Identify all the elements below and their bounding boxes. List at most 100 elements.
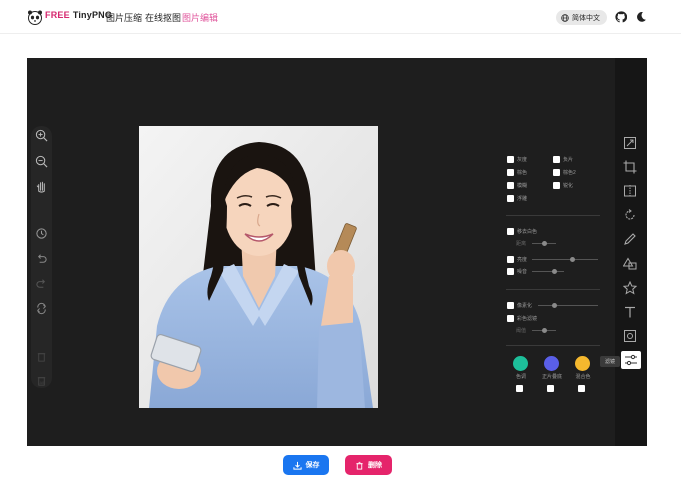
filter-invert[interactable]: 负片 (553, 156, 573, 163)
checkbox[interactable] (507, 256, 514, 263)
threshold-label: 阈值 (516, 328, 527, 334)
save-label: 保存 (305, 462, 320, 469)
filter-emboss[interactable]: 浮雕 (507, 195, 527, 202)
brightness-knob[interactable] (570, 257, 575, 262)
filter-label: 锐化 (563, 183, 574, 189)
filter-blur[interactable]: 模糊 (507, 182, 527, 189)
delete-button[interactable]: 删除 (345, 455, 392, 475)
divider (506, 215, 600, 216)
right-toolbar (615, 58, 647, 446)
history-icon[interactable] (35, 227, 48, 240)
filter-label: 像素化 (517, 303, 533, 309)
blend-label: 混合色 (575, 374, 591, 380)
filter-label: 负片 (563, 157, 574, 163)
noise-knob[interactable] (552, 269, 557, 274)
panda-logo-icon[interactable] (27, 9, 43, 25)
filter-label: 浮雕 (517, 196, 528, 202)
language-label: 简体中文 (572, 14, 600, 22)
filter-sepia[interactable]: 棕色 (507, 169, 527, 176)
shape-icon[interactable] (623, 257, 637, 271)
brand-free: FREE (45, 10, 70, 20)
filter-sepia2[interactable]: 棕色2 (553, 169, 576, 176)
flip-icon[interactable] (623, 184, 637, 198)
brand-title[interactable]: FREE TinyPNG (45, 10, 112, 20)
filter-tooltip: 滤镜 (600, 356, 620, 367)
distance-knob[interactable] (542, 241, 547, 246)
edited-photo[interactable] (139, 126, 378, 408)
checkbox[interactable] (507, 169, 514, 176)
filter-label: 棕色 (517, 170, 528, 176)
zoom-out-icon[interactable] (35, 155, 48, 168)
portrait-image (139, 126, 378, 408)
pixelate-slider[interactable] (538, 305, 598, 306)
filter-noise[interactable]: 噪音 (507, 268, 527, 275)
trash-icon[interactable] (35, 350, 48, 363)
filter-label: 灰度 (517, 157, 528, 163)
filter-label: 彩色滤镜 (517, 316, 538, 322)
checkbox[interactable] (507, 228, 514, 235)
mask-icon[interactable] (623, 329, 637, 343)
filter-label: 噪音 (517, 269, 528, 275)
checkbox[interactable] (507, 156, 514, 163)
nav-edit[interactable]: 图片编辑 (182, 11, 218, 24)
save-button[interactable]: 保存 (283, 455, 329, 475)
blend-checkbox[interactable] (578, 385, 585, 392)
filter-color[interactable]: 彩色滤镜 (507, 315, 537, 322)
noise-slider[interactable] (532, 271, 564, 272)
text-icon[interactable] (623, 305, 637, 319)
hand-icon[interactable] (35, 180, 48, 193)
pixelate-knob[interactable] (552, 303, 557, 308)
nav-compress[interactable]: 图片压缩 (106, 11, 142, 24)
brightness-slider[interactable] (532, 259, 598, 260)
checkbox[interactable] (507, 302, 514, 309)
download-icon (292, 461, 302, 470)
checkbox[interactable] (507, 195, 514, 202)
filter-label: 模糊 (517, 183, 528, 189)
redo-icon[interactable] (35, 277, 48, 290)
multiply-checkbox[interactable] (547, 385, 554, 392)
filter-icon[interactable] (624, 353, 638, 367)
reset-icon[interactable] (35, 302, 48, 315)
filter-pixelate[interactable]: 像素化 (507, 302, 532, 309)
checkbox[interactable] (553, 169, 560, 176)
filter-label: 亮度 (517, 257, 528, 263)
zoom-in-icon[interactable] (35, 129, 48, 142)
tint-color-picker[interactable] (513, 356, 528, 371)
checkbox[interactable] (507, 268, 514, 275)
divider (506, 289, 600, 290)
star-icon[interactable] (623, 281, 637, 295)
distance-label: 距离 (516, 241, 527, 247)
filter-remove-white[interactable]: 移去白色 (507, 228, 537, 235)
delete-all-icon[interactable]: All (35, 374, 48, 387)
checkbox[interactable] (553, 182, 560, 189)
filter-label: 棕色2 (563, 170, 576, 176)
crop-icon[interactable] (623, 160, 637, 174)
undo-icon[interactable] (35, 252, 48, 265)
blend-color-picker[interactable] (575, 356, 590, 371)
svg-text:All: All (40, 381, 44, 385)
multiply-label: 正片叠底 (541, 374, 562, 380)
globe-icon (561, 13, 569, 22)
top-header: FREE TinyPNG 图片压缩 在线抠图 图片编辑 简体中文 (0, 0, 681, 34)
filter-sharpen[interactable]: 锐化 (553, 182, 573, 189)
github-icon[interactable] (615, 11, 627, 23)
checkbox[interactable] (507, 182, 514, 189)
tint-label: 色调 (515, 374, 526, 380)
delete-label: 删除 (368, 462, 382, 469)
checkbox[interactable] (553, 156, 560, 163)
divider (506, 345, 600, 346)
draw-icon[interactable] (623, 232, 637, 246)
filter-grayscale[interactable]: 灰度 (507, 156, 527, 163)
resize-icon[interactable] (623, 136, 637, 150)
filter-label: 移去白色 (517, 229, 538, 235)
multiply-color-picker[interactable] (544, 356, 559, 371)
filter-brightness[interactable]: 亮度 (507, 256, 527, 263)
threshold-knob[interactable] (542, 328, 547, 333)
tint-checkbox[interactable] (516, 385, 523, 392)
trash-icon (356, 461, 363, 470)
nav-cutout[interactable]: 在线抠图 (145, 11, 181, 24)
moon-icon[interactable] (635, 11, 647, 23)
rotate-icon[interactable] (623, 208, 637, 222)
language-switch[interactable]: 简体中文 (556, 10, 607, 25)
checkbox[interactable] (507, 315, 514, 322)
